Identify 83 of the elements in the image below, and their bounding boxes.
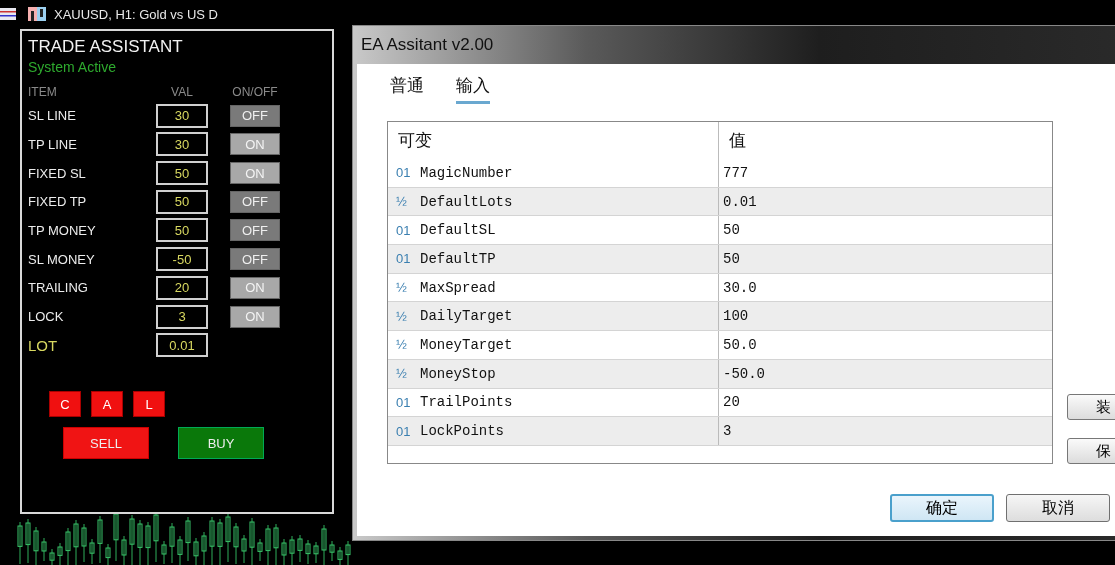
row-label: TRAILING	[28, 280, 89, 296]
table-row[interactable]: 01 DefaultTP 50	[388, 245, 1052, 274]
type-glyph: 01	[396, 222, 412, 238]
parameter-name: DailyTarget	[420, 308, 513, 325]
parameter-value: 50	[722, 249, 741, 269]
value-field[interactable]: 3	[156, 304, 208, 329]
close-orders-button[interactable]: A	[91, 391, 123, 418]
table-row[interactable]: 01 DefaultSL 50	[388, 216, 1052, 246]
toggle-button[interactable]: OFF	[230, 104, 280, 127]
buy-button[interactable]: BUY	[178, 427, 264, 460]
panel-title: TRADE ASSISTANT	[28, 37, 184, 57]
parameter-name: LockPoints	[420, 423, 504, 440]
row-label: TP MONEY	[28, 222, 97, 238]
parameter-name: DefaultSL	[420, 222, 496, 239]
table-row[interactable]: ½ MoneyTarget 50.0	[388, 331, 1052, 360]
parameter-name: MaxSpread	[420, 279, 496, 296]
type-glyph: ½	[396, 366, 408, 382]
parameter-value: 50.0	[722, 335, 758, 355]
side-button[interactable]: 装	[1067, 394, 1115, 420]
parameter-name: MagicNumber	[420, 164, 513, 181]
value-field[interactable]: 30	[156, 132, 208, 157]
parameter-value: 50	[722, 221, 741, 241]
value-field[interactable]: 20	[156, 275, 208, 300]
type-glyph: ½	[396, 194, 408, 210]
parameter-value: 0.01	[722, 192, 758, 212]
table-row[interactable]: ½ MaxSpread 30.0	[388, 273, 1052, 303]
close-orders-button[interactable]: L	[133, 391, 165, 418]
toggle-button[interactable]: OFF	[230, 190, 280, 213]
column-header: 值	[728, 129, 747, 152]
type-glyph: 01	[396, 423, 412, 439]
row-label: SL MONEY	[28, 251, 96, 267]
type-glyph: ½	[396, 308, 408, 324]
row-label: LOT	[28, 336, 59, 354]
dialog-button[interactable]: 确定	[890, 494, 994, 522]
column-header: ON/OFF	[232, 85, 278, 99]
menu-icon[interactable]	[0, 8, 16, 20]
parameter-name: TrailPoints	[420, 394, 513, 411]
column-header: VAL	[171, 85, 193, 99]
row-label: SL LINE	[28, 108, 77, 124]
table-row[interactable]: ½ DefaultLots 0.01	[388, 187, 1052, 217]
toggle-button[interactable]: OFF	[230, 248, 280, 271]
table-row[interactable]: 01 TrailPoints 20	[388, 388, 1052, 418]
parameter-name: MoneyTarget	[420, 336, 513, 353]
row-label: FIXED SL	[28, 165, 87, 181]
row-label: FIXED TP	[28, 194, 88, 210]
chart-title: XAUUSD, H1: Gold vs US D	[54, 6, 218, 22]
parameter-value: 777	[722, 163, 750, 183]
toggle-button[interactable]: OFF	[230, 219, 280, 242]
parameter-name: MoneyStop	[420, 365, 496, 382]
system-status: System Active	[28, 59, 117, 75]
value-field[interactable]: 50	[156, 161, 208, 186]
type-glyph: ½	[396, 280, 408, 296]
parameter-name: DefaultTP	[420, 250, 496, 267]
type-glyph: 01	[396, 394, 412, 410]
parameter-value: 3	[722, 422, 733, 442]
table-row[interactable]: ½ DailyTarget 100	[388, 302, 1052, 332]
window-title: EA Assitant v2.00	[361, 35, 494, 55]
side-button[interactable]: 保	[1067, 438, 1115, 464]
parameter-value: 20	[722, 393, 741, 413]
parameter-value: -50.0	[722, 364, 766, 384]
chart-window-icon	[28, 7, 46, 21]
table-row[interactable]: 01 MagicNumber 777	[388, 159, 1052, 188]
table-row[interactable]: 01 LockPoints 3	[388, 417, 1052, 446]
tab[interactable]: 输入	[456, 74, 490, 104]
parameter-value: 30.0	[722, 278, 758, 298]
dialog-button[interactable]: 取消	[1006, 494, 1110, 522]
type-glyph: ½	[396, 337, 408, 353]
row-label: LOCK	[28, 309, 65, 324]
tab[interactable]: 普通	[390, 74, 424, 104]
row-label: TP LINE	[28, 136, 78, 152]
close-orders-button[interactable]: C	[49, 391, 81, 418]
value-field[interactable]: 0.01	[156, 333, 208, 358]
table-row[interactable]: ½ MoneyStop -50.0	[388, 359, 1052, 389]
column-header: ITEM	[28, 85, 57, 99]
sell-button[interactable]: SELL	[63, 427, 149, 460]
value-field[interactable]: -50	[156, 247, 208, 272]
type-glyph: 01	[396, 251, 412, 267]
type-glyph: 01	[396, 165, 412, 181]
value-field[interactable]: 50	[156, 189, 208, 214]
value-field[interactable]: 50	[156, 218, 208, 243]
value-field[interactable]: 30	[156, 103, 208, 128]
parameter-value: 100	[722, 307, 750, 327]
parameter-name: DefaultLots	[420, 193, 513, 210]
